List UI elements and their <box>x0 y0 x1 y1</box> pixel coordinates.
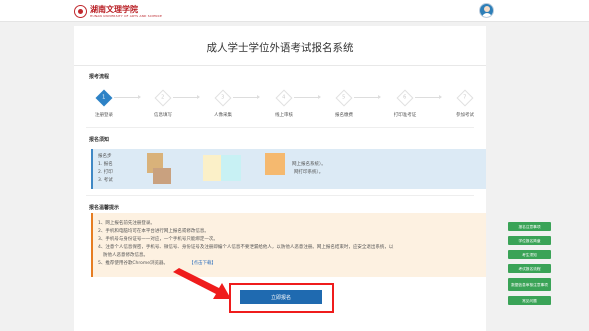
tip-item: 5、推荐使用谷歌Chrome浏览器。 <box>98 261 169 266</box>
step-diamond-icon: 2 <box>154 89 172 107</box>
process-heading: 报考流程 <box>89 74 110 80</box>
redaction-block <box>221 155 241 181</box>
step-diamond-icon: 5 <box>335 89 353 107</box>
side-button-faq[interactable]: 常见问题 <box>508 296 551 305</box>
side-button-precautions[interactable]: 报名注意事项 <box>508 222 551 231</box>
step-label: 打印准考证 <box>393 113 417 118</box>
step-3: 3 人像采集 <box>203 89 243 118</box>
side-button-candidate-notice[interactable]: 考生须知 <box>508 250 551 259</box>
step-diamond-icon: 4 <box>275 89 293 107</box>
arrow-right-icon <box>233 95 260 99</box>
arrow-right-icon <box>294 95 321 99</box>
step-diamond-icon: 7 <box>456 89 474 107</box>
step-label: 报名缴费 <box>335 113 353 118</box>
section-divider <box>86 127 474 128</box>
notice-line: 报名步 <box>98 154 112 159</box>
download-link[interactable]: 【点击下载】 <box>189 260 216 266</box>
step-label: 人像采集 <box>214 113 232 118</box>
university-logo[interactable]: 湖南文理学院 HUNAN UNIVERSITY OF ARTS AND SCIE… <box>74 4 162 18</box>
arrow-right-icon <box>114 95 141 99</box>
notice-line: 2. 打印 <box>98 170 113 175</box>
step-7: 7 参加考试 <box>445 89 485 118</box>
user-avatar[interactable] <box>479 3 494 18</box>
process-steps: 1 注册登录 2 信息填写 3 人像采集 4 线上审核 5 报名缴费 6 打印准… <box>84 89 485 122</box>
tips-box: 1、网上报名前先注册登录。 2、手机和电脑均可在本平台进行网上报名或修改信息。 … <box>91 213 486 277</box>
notice-line-tail: 网上报名系统）。 <box>292 162 326 167</box>
title-divider <box>74 65 486 66</box>
step-label: 注册登录 <box>95 113 113 118</box>
logo-english-name: HUNAN UNIVERSITY OF ARTS AND SCIENCE <box>90 13 163 18</box>
annotation-arrow-icon <box>173 268 231 299</box>
step-5: 5 报名缴费 <box>324 89 364 118</box>
logo-chinese-name: 湖南文理学院 <box>90 3 138 14</box>
step-diamond-icon: 6 <box>396 89 414 107</box>
logo-text: 湖南文理学院 HUNAN UNIVERSITY OF ARTS AND SCIE… <box>90 3 163 18</box>
redaction-block <box>265 153 285 175</box>
step-label: 信息填写 <box>154 113 172 118</box>
step-label: 参加考试 <box>456 113 474 118</box>
arrow-right-icon <box>415 95 442 99</box>
university-seal-icon <box>74 4 87 18</box>
arrow-right-icon <box>354 95 381 99</box>
side-button-brochure[interactable]: 学位报名简章 <box>508 236 551 245</box>
tips-heading: 报名温馨提示 <box>89 205 120 211</box>
notice-line: 3. 考试 <box>98 178 113 183</box>
step-2: 2 信息填写 <box>143 89 183 118</box>
step-6: 6 打印准考证 <box>385 89 425 118</box>
redaction-block <box>203 155 221 181</box>
side-button-registration-flow[interactable]: 考试报名流程 <box>508 264 551 273</box>
notice-heading: 报名须知 <box>89 137 110 143</box>
tip-item: 4、注意个人信息保密，手机号、微信号、身份证号及注册即编个人信息不要泄漏给他人，… <box>98 245 394 250</box>
tip-item: 3、手机号与身份证号一一对应，一个手机号只能绑定一次。 <box>98 237 218 242</box>
step-label: 线上审核 <box>275 113 293 118</box>
tip-item: 防他人恶意修改信息。 <box>103 253 148 258</box>
apply-now-button[interactable]: 立即报名 <box>240 290 322 304</box>
notice-line-tail: 网打印系统）。 <box>294 170 324 175</box>
section-divider <box>86 195 474 196</box>
side-button-data-review[interactable]: 数据信息审核注意事项 <box>508 278 551 291</box>
step-4: 4 线上审核 <box>264 89 304 118</box>
step-diamond-icon: 3 <box>214 89 232 107</box>
step-1: 1 注册登录 <box>84 89 124 118</box>
top-bar: 湖南文理学院 HUNAN UNIVERSITY OF ARTS AND SCIE… <box>0 0 589 22</box>
arrow-right-icon <box>173 95 200 99</box>
notice-line: 1. 报名 <box>98 162 113 167</box>
redaction-block <box>153 168 171 184</box>
notice-box: 报名步 1. 报名 网上报名系统）。 2. 打印 网打印系统）。 3. 考试 <box>91 149 486 189</box>
tip-item: 1、网上报名前先注册登录。 <box>98 221 155 226</box>
page-title: 成人学士学位外语考试报名系统 <box>206 42 354 54</box>
tip-item: 2、手机和电脑均可在本平台进行网上报名或修改信息。 <box>98 229 209 234</box>
step-diamond-icon: 1 <box>95 89 113 107</box>
